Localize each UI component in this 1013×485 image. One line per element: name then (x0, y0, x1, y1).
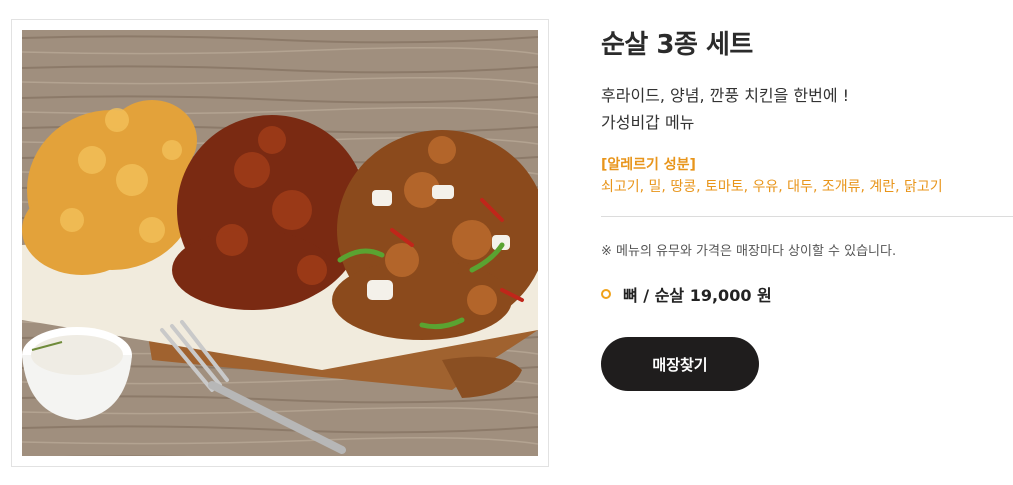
divider (601, 216, 1013, 217)
price-row: 뼈 / 순살 19,000 원 (601, 283, 772, 305)
product-image-frame (11, 19, 549, 467)
find-store-button[interactable]: 매장찾기 (601, 337, 759, 391)
price-notice: ※ 메뉴의 유무와 가격은 매장마다 상이할 수 있습니다. (601, 244, 897, 259)
product-image (22, 30, 538, 456)
circle-bullet-icon (601, 289, 611, 299)
description-line: 가성비갑 메뉴 (601, 113, 695, 132)
allergy-heading: [알레르기 성분] (601, 157, 696, 173)
product-description: 후라이드, 양념, 깐풍 치킨을 한번에 ! 가성비갑 메뉴 (601, 82, 849, 136)
price-text: 뼈 / 순살 19,000 원 (623, 286, 772, 305)
description-line: 후라이드, 양념, 깐풍 치킨을 한번에 ! (601, 86, 850, 105)
allergy-list: 쇠고기, 밀, 땅콩, 토마토, 우유, 대두, 조개류, 계란, 닭고기 (601, 179, 943, 195)
product-title: 순살 3종 세트 (601, 30, 753, 60)
allergy-info: [알레르기 성분] 쇠고기, 밀, 땅콩, 토마토, 우유, 대두, 조개류, … (601, 154, 943, 198)
